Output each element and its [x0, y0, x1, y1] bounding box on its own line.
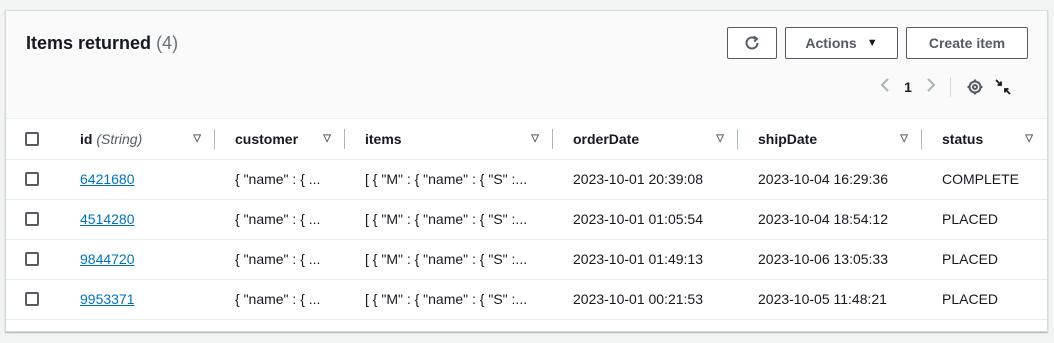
- items-cell: [ { "M" : { "name" : { "S" :...: [345, 239, 553, 280]
- current-page[interactable]: 1: [896, 79, 920, 95]
- order-date-cell: 2023-10-01 20:39:08: [553, 159, 738, 200]
- customer-cell: { "name" : { ...: [215, 239, 345, 280]
- column-header-items[interactable]: items ▽: [345, 119, 553, 160]
- select-all-cell: [6, 119, 60, 160]
- table-row[interactable]: 9953371 { "name" : { ... [ { "M" : { "na…: [6, 279, 1047, 320]
- items-table: id (String) ▽ customer ▽ items ▽ orderDa…: [6, 119, 1047, 320]
- chevron-right-icon[interactable]: [920, 76, 942, 99]
- row-checkbox[interactable]: [25, 252, 39, 266]
- sort-caret-icon[interactable]: ▽: [193, 133, 201, 144]
- sort-caret-icon[interactable]: ▽: [531, 133, 539, 144]
- title-text: Items returned: [26, 33, 152, 53]
- actions-label: Actions: [805, 35, 857, 51]
- column-header-orderdate[interactable]: orderDate ▽: [553, 119, 738, 160]
- status-cell: PLACED: [922, 279, 1047, 320]
- row-select-cell: [6, 279, 60, 320]
- row-checkbox[interactable]: [25, 212, 39, 226]
- actions-button[interactable]: Actions ▼: [785, 27, 898, 59]
- panel-title: Items returned (4): [26, 33, 178, 54]
- create-item-label: Create item: [928, 35, 1006, 51]
- order-date-cell: 2023-10-01 01:49:13: [553, 239, 738, 280]
- sort-caret-icon[interactable]: ▽: [716, 133, 724, 144]
- items-panel: Items returned (4) Actions ▼ Create item…: [5, 10, 1048, 332]
- column-header-customer[interactable]: customer ▽: [215, 119, 345, 160]
- order-date-cell: 2023-10-01 00:21:53: [553, 279, 738, 320]
- row-checkbox[interactable]: [25, 172, 39, 186]
- row-select-cell: [6, 199, 60, 240]
- ship-date-cell: 2023-10-06 13:05:33: [738, 239, 922, 280]
- refresh-button[interactable]: [727, 27, 777, 59]
- table-header-row: id (String) ▽ customer ▽ items ▽ orderDa…: [6, 119, 1047, 160]
- sort-caret-icon[interactable]: ▽: [323, 133, 331, 144]
- column-header-shipdate[interactable]: shipDate ▽: [738, 119, 922, 160]
- sort-caret-icon[interactable]: ▽: [900, 133, 908, 144]
- ship-date-cell: 2023-10-04 18:54:12: [738, 199, 922, 240]
- table-row[interactable]: 4514280 { "name" : { ... [ { "M" : { "na…: [6, 199, 1047, 240]
- column-header-status[interactable]: status ▽: [922, 119, 1047, 160]
- id-cell: 6421680: [60, 159, 215, 200]
- pagination: 1: [874, 73, 1017, 101]
- sort-caret-icon[interactable]: ▽: [1025, 133, 1033, 144]
- table-row[interactable]: 6421680 { "name" : { ... [ { "M" : { "na…: [6, 159, 1047, 200]
- id-cell: 4514280: [60, 199, 215, 240]
- column-header-id[interactable]: id (String) ▽: [60, 119, 215, 160]
- caret-down-icon: ▼: [866, 37, 878, 49]
- ship-date-cell: 2023-10-04 16:29:36: [738, 159, 922, 200]
- items-cell: [ { "M" : { "name" : { "S" :...: [345, 199, 553, 240]
- collapse-icon[interactable]: [989, 75, 1017, 99]
- item-id-link[interactable]: 9953371: [80, 291, 135, 307]
- row-select-cell: [6, 239, 60, 280]
- column-label-id: id: [80, 130, 93, 147]
- order-date-cell: 2023-10-01 01:05:54: [553, 199, 738, 240]
- customer-cell: { "name" : { ...: [215, 279, 345, 320]
- column-label-orderdate: orderDate: [573, 130, 640, 147]
- row-checkbox[interactable]: [25, 292, 39, 306]
- select-all-checkbox[interactable]: [25, 131, 39, 146]
- item-id-link[interactable]: 4514280: [80, 211, 135, 227]
- customer-cell: { "name" : { ...: [215, 199, 345, 240]
- id-cell: 9844720: [60, 239, 215, 280]
- ship-date-cell: 2023-10-05 11:48:21: [738, 279, 922, 320]
- column-label-status: status: [942, 130, 984, 147]
- item-id-link[interactable]: 9844720: [80, 251, 135, 267]
- refresh-icon: [745, 35, 759, 50]
- customer-cell: { "name" : { ...: [215, 159, 345, 200]
- status-cell: COMPLETE: [922, 159, 1047, 200]
- create-item-button[interactable]: Create item: [906, 27, 1028, 59]
- panel-header: Items returned (4) Actions ▼ Create item…: [6, 11, 1047, 119]
- table-row[interactable]: 9844720 { "name" : { ... [ { "M" : { "na…: [6, 239, 1047, 280]
- status-cell: PLACED: [922, 199, 1047, 240]
- row-select-cell: [6, 159, 60, 200]
- items-cell: [ { "M" : { "name" : { "S" :...: [345, 279, 553, 320]
- item-count: (4): [156, 33, 179, 53]
- column-type-hint: (String): [96, 130, 143, 147]
- column-label-customer: customer: [235, 130, 299, 147]
- column-label-items: items: [365, 130, 402, 147]
- pager-divider: [950, 77, 951, 97]
- gear-icon[interactable]: [961, 75, 989, 99]
- items-cell: [ { "M" : { "name" : { "S" :...: [345, 159, 553, 200]
- id-cell: 9953371: [60, 279, 215, 320]
- item-id-link[interactable]: 6421680: [80, 171, 135, 187]
- column-label-shipdate: shipDate: [758, 130, 818, 147]
- status-cell: PLACED: [922, 239, 1047, 280]
- chevron-left-icon[interactable]: [874, 76, 896, 99]
